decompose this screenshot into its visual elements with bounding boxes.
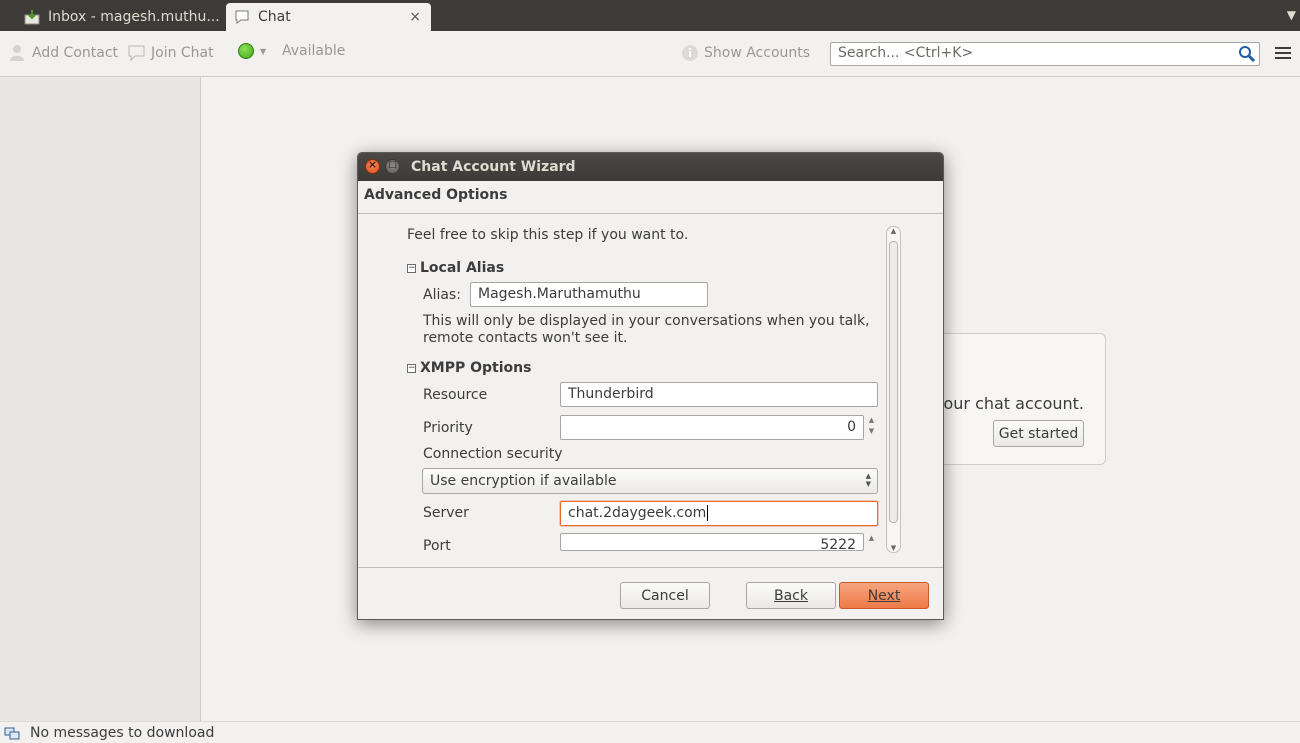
tab-label: Inbox - magesh.muthu... (48, 9, 220, 25)
person-add-icon (8, 43, 28, 63)
port-stepper[interactable]: ▲ (866, 533, 877, 551)
alias-label: Alias: (423, 287, 461, 303)
xmpp-options-section-title: XMPP Options (420, 360, 532, 376)
scroll-up-icon[interactable]: ▲ (887, 227, 900, 235)
priority-label: Priority (423, 420, 473, 436)
search-icon[interactable] (1238, 45, 1256, 67)
chat-toolbar: Add Contact Join Chat ▼ Available Show A… (0, 31, 1300, 77)
server-value: chat.2daygeek.com (568, 505, 707, 521)
scrollbar-thumb[interactable] (889, 241, 898, 523)
next-button-label: Next (867, 587, 901, 604)
alias-note-line1: This will only be displayed in your conv… (423, 313, 870, 329)
stepper-up-icon[interactable]: ▲ (866, 533, 877, 544)
show-accounts-button[interactable]: Show Accounts (680, 43, 810, 63)
status-dot-icon (238, 43, 254, 59)
close-icon[interactable]: × (409, 9, 421, 25)
chevron-down-icon: ▼ (260, 46, 267, 56)
stepper-up-icon[interactable]: ▲ (866, 415, 877, 426)
server-label: Server (423, 505, 469, 521)
search-input[interactable]: Search... <Ctrl+K> (830, 42, 1260, 66)
dialog-body: Feel free to skip this step if you want … (358, 215, 943, 567)
add-contact-label: Add Contact (32, 45, 119, 61)
port-field[interactable]: 5222 (560, 533, 864, 551)
scroll-down-icon[interactable]: ▼ (887, 544, 900, 552)
dialog-page-header: Advanced Options (358, 181, 943, 214)
priority-stepper[interactable]: ▲ ▼ (866, 415, 877, 440)
get-started-text: your chat account. (934, 394, 1084, 413)
chat-account-wizard-dialog: × □ Chat Account Wizard Advanced Options… (357, 152, 944, 620)
chat-bubble-icon (234, 9, 250, 25)
dialog-titlebar[interactable]: × □ Chat Account Wizard (358, 153, 943, 181)
local-alias-section-title: Local Alias (420, 260, 505, 276)
xmpp-options-collapse-toggle[interactable]: − (407, 364, 416, 373)
window-maximize-icon[interactable]: □ (385, 159, 400, 174)
connection-security-label: Connection security (423, 446, 563, 462)
back-button[interactable]: Back (746, 582, 836, 609)
join-chat-label: Join Chat (151, 45, 214, 61)
chat-bubble-icon (127, 43, 147, 63)
connection-security-select[interactable]: Use encryption if available ▲ ▼ (422, 468, 878, 494)
window-close-icon[interactable]: × (365, 158, 380, 174)
show-accounts-label: Show Accounts (704, 45, 811, 61)
tab-bar: Inbox - magesh.muthu... Chat × ▼ (0, 0, 1300, 31)
dialog-footer: Cancel Back Next (358, 567, 943, 619)
tab-label: Chat (258, 9, 291, 25)
back-button-label: Back (774, 587, 808, 604)
tab-inbox[interactable]: Inbox - magesh.muthu... (0, 3, 224, 31)
connection-security-value: Use encryption if available (430, 473, 617, 489)
resource-field[interactable]: Thunderbird (560, 382, 878, 407)
server-field[interactable]: chat.2daygeek.com (560, 501, 878, 526)
port-label: Port (423, 538, 451, 554)
resource-label: Resource (423, 387, 488, 403)
join-chat-button[interactable]: Join Chat (127, 43, 214, 63)
options-scrollbar[interactable]: ▲ ▼ (886, 226, 901, 553)
text-cursor (707, 505, 709, 521)
info-icon (680, 43, 700, 63)
select-arrows-icon: ▲ ▼ (865, 472, 871, 488)
get-started-button[interactable]: Get started (993, 420, 1084, 447)
add-contact-button[interactable]: Add Contact (8, 43, 118, 63)
stepper-down-icon[interactable]: ▼ (866, 426, 877, 437)
app-menu-icon[interactable] (1275, 47, 1291, 62)
list-all-tabs-icon[interactable]: ▼ (1287, 8, 1296, 22)
search-placeholder: Search... <Ctrl+K> (838, 45, 974, 61)
status-selector[interactable]: ▼ (238, 43, 266, 59)
alias-field[interactable]: Magesh.Maruthamuthu (470, 282, 708, 307)
status-text: No messages to download (30, 724, 215, 741)
next-button[interactable]: Next (839, 582, 929, 609)
status-text[interactable]: Available (282, 43, 345, 59)
priority-field[interactable]: 0 (560, 415, 864, 440)
contacts-sidebar (0, 77, 201, 721)
status-bar: No messages to download (0, 721, 1300, 743)
alias-note-line2: remote contacts won't see it. (423, 330, 628, 346)
cancel-button[interactable]: Cancel (620, 582, 710, 609)
intro-text: Feel free to skip this step if you want … (407, 227, 689, 243)
tab-chat[interactable]: Chat × (226, 3, 431, 31)
dialog-title: Chat Account Wizard (411, 159, 576, 175)
network-status-icon[interactable] (4, 725, 20, 741)
local-alias-collapse-toggle[interactable]: − (407, 264, 416, 273)
inbox-icon (24, 9, 40, 25)
